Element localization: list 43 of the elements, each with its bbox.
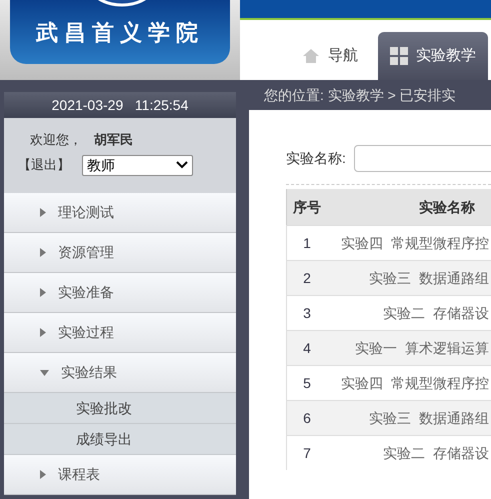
- caret-right-icon: [40, 208, 46, 217]
- breadcrumb: 您的位置: 实验教学 > 已安排实: [263, 86, 457, 105]
- column-header: 序号: [292, 198, 322, 216]
- menu-item[interactable]: 资源管理: [4, 233, 236, 273]
- table-cell-text: 6: [302, 408, 312, 428]
- nav-tab[interactable]: 实验教学: [378, 32, 488, 80]
- grid-icon: [390, 47, 408, 65]
- caret-right-icon: [40, 248, 46, 257]
- table-cell-text: 实验一 算术逻辑运算: [354, 338, 490, 358]
- column-header: 实验名称: [418, 198, 476, 216]
- caret-right-icon: [40, 288, 46, 297]
- logout-link[interactable]: 【退出】: [18, 155, 70, 175]
- search-label: 实验名称:: [286, 149, 346, 168]
- home-icon: [302, 48, 320, 64]
- submenu-item[interactable]: 实验批改: [4, 393, 236, 424]
- table-cell-text: 实验三 数据通路组: [368, 408, 490, 428]
- datetime-bar: 2021-03-29 11:25:54: [4, 92, 236, 118]
- table-cell-text: 5: [302, 374, 312, 392]
- table-cell-text: 7: [302, 444, 312, 462]
- role-select[interactable]: 教师: [82, 154, 193, 176]
- caret-right-icon: [40, 470, 46, 479]
- table-cell-text: 实验二 存储器设: [382, 444, 490, 462]
- caret-right-icon: [40, 328, 46, 337]
- chevron-down-icon: [176, 161, 188, 169]
- menu-item[interactable]: 课程表: [4, 455, 236, 495]
- menu-item[interactable]: 实验过程: [4, 313, 236, 353]
- menu-item[interactable]: 实验结果: [4, 353, 236, 393]
- menu-item[interactable]: 理论测试: [4, 193, 236, 233]
- table-cell-text: 实验三 数据通路组: [368, 268, 490, 288]
- table-cell-text: 3: [302, 304, 312, 322]
- table-cell-text: 2: [302, 268, 312, 288]
- school-name: 武昌首义学院: [36, 19, 204, 48]
- table-cell-text: 4: [302, 338, 312, 358]
- welcome-text: 欢迎您，: [30, 131, 82, 149]
- table-cell-text: 实验四 常规型微程序控: [340, 374, 490, 392]
- table-cell-text: 实验四 常规型微程序控: [340, 234, 490, 252]
- user-name: 胡军民: [94, 131, 133, 149]
- table-cell-text: 1: [302, 234, 312, 252]
- nav-tab[interactable]: 导航: [290, 32, 370, 80]
- table-cell-text: 实验二 存储器设: [382, 304, 490, 322]
- submenu-item[interactable]: 成绩导出: [4, 424, 236, 455]
- menu-item[interactable]: 实验准备: [4, 273, 236, 313]
- caret-down-icon: [40, 370, 49, 376]
